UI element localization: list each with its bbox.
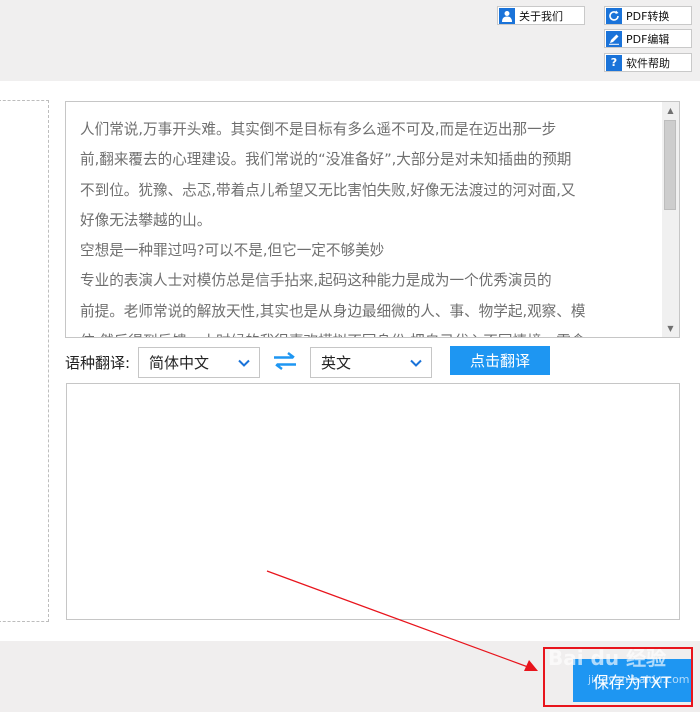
vertical-scrollbar[interactable]: ▲ ▼: [662, 102, 679, 337]
about-us-button[interactable]: 关于我们: [497, 6, 585, 25]
pencil-icon: [606, 30, 622, 47]
scroll-up-arrow-icon[interactable]: ▲: [662, 102, 679, 119]
pdf-edit-label: PDF编辑: [626, 32, 670, 46]
target-language-select[interactable]: 英文: [310, 347, 432, 378]
highlight-rectangle: [543, 647, 693, 707]
left-panel: [0, 100, 49, 622]
source-language-value: 简体中文: [149, 354, 210, 372]
top-bar: [0, 0, 700, 81]
user-icon: [499, 7, 515, 24]
question-icon: ?: [606, 54, 622, 71]
software-help-label: 软件帮助: [626, 56, 670, 70]
chevron-down-icon: [238, 359, 250, 367]
source-language-select[interactable]: 简体中文: [138, 347, 260, 378]
refresh-icon: [606, 7, 622, 24]
source-text-area[interactable]: 人们常说,万事开头难。其实倒不是目标有多么遥不可及,而是在迈出那一步 前,翻来覆…: [65, 101, 680, 338]
about-us-label: 关于我们: [519, 9, 563, 23]
chevron-down-icon: [410, 359, 422, 367]
pdf-convert-label: PDF转换: [626, 9, 670, 23]
pdf-edit-button[interactable]: PDF编辑: [604, 29, 692, 48]
translate-button[interactable]: 点击翻译: [450, 346, 550, 375]
source-text: 人们常说,万事开头难。其实倒不是目标有多么遥不可及,而是在迈出那一步 前,翻来覆…: [80, 121, 586, 337]
language-label: 语种翻译:: [65, 354, 131, 372]
swap-icon[interactable]: [273, 352, 297, 370]
pdf-convert-button[interactable]: PDF转换: [604, 6, 692, 25]
target-language-value: 英文: [321, 354, 352, 372]
scroll-down-arrow-icon[interactable]: ▼: [662, 320, 679, 337]
software-help-button[interactable]: ? 软件帮助: [604, 53, 692, 72]
result-text-area[interactable]: [66, 383, 680, 620]
scroll-thumb[interactable]: [664, 120, 676, 210]
